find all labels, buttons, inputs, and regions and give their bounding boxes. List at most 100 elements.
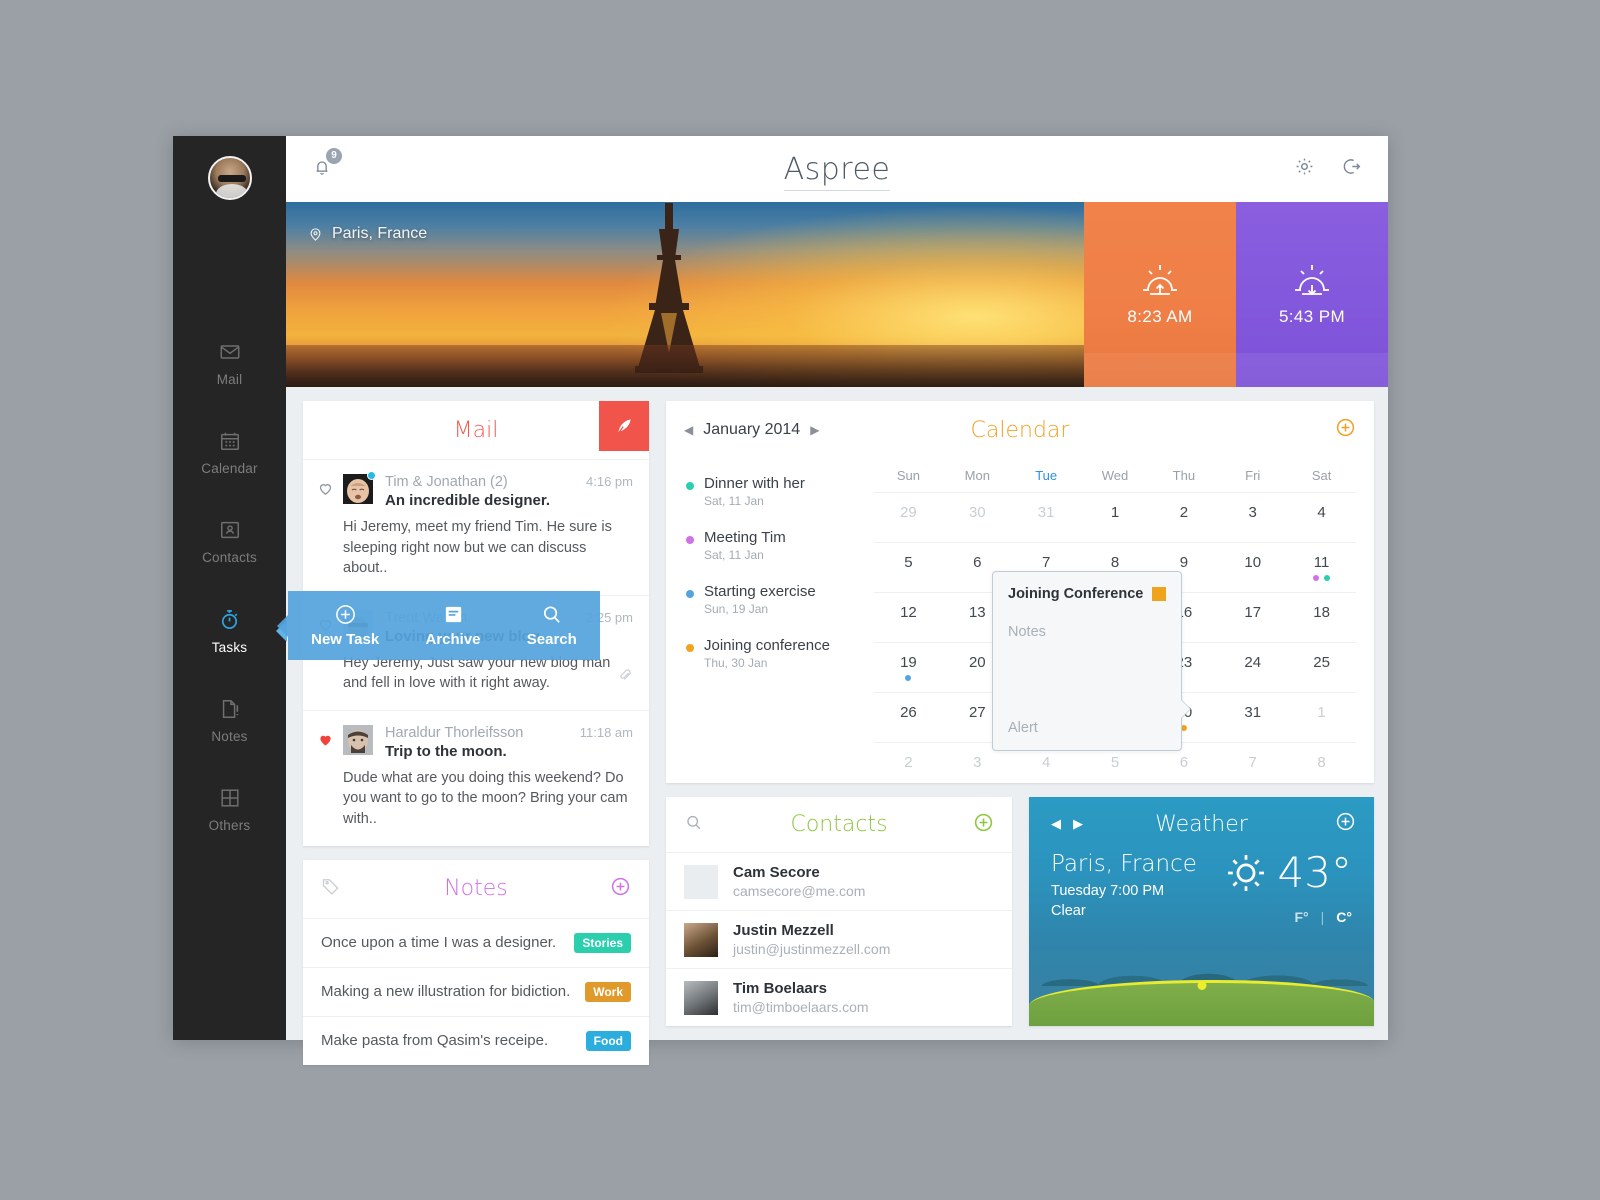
sidebar-item-mail[interactable]: Mail [173,330,286,397]
sunrise-skyline [1084,353,1236,387]
calendar-day-number: 7 [1248,754,1257,771]
calendar-day-cell[interactable]: 3 [1218,493,1287,542]
note-tag-badge[interactable]: Food [585,1030,631,1051]
calendar-day-cell[interactable]: 12 [874,593,943,642]
calendar-day-cell[interactable]: 29 [874,493,943,542]
calendar-day-number: 20 [968,654,986,671]
calendar-day-cell[interactable]: 2 [874,743,943,792]
calendar-day-cell[interactable]: 2 [1149,493,1218,542]
favorite-toggle[interactable] [317,725,343,830]
user-avatar[interactable] [207,156,252,200]
note-list-item[interactable]: Making a new illustration for bidiction.… [303,966,649,1016]
calendar-day-number: 30 [968,504,986,521]
calendar-day-number: 12 [900,604,917,621]
calendar-day-number: 29 [900,504,917,521]
calendar-grid: Sun Mon Tue Wed Thu Fri Sat 29 30 31 1 2 3 4 5 6… [874,459,1356,771]
contact-list-item[interactable]: Tim Boelaars tim@timboelaars.com [666,968,1012,1026]
avatar [684,922,718,957]
weather-prev-button[interactable]: ◀ [1051,816,1061,832]
calendar-day-number: 31 [1244,704,1262,721]
weather-next-button[interactable]: ▶ [1073,816,1083,832]
next-month-button[interactable]: ▶ [810,423,819,437]
calendar-day-cell[interactable]: 24 [1218,643,1287,692]
contact-list-item[interactable]: Justin Mezzell justin@justinmezzell.com [666,910,1012,968]
calendar-day-cell[interactable]: 5 [874,543,943,592]
notes-panel: Notes Once upon a time I was a designer.… [303,859,649,1065]
note-list-item[interactable]: Make pasta from Qasim's receipe. Food [303,1015,649,1065]
event-color-swatch[interactable] [1152,587,1166,601]
calendar-day-cell[interactable]: 10 [1218,543,1287,592]
event-notes-field[interactable]: Notes [1008,624,1166,640]
sidebar-item-others[interactable]: Others [173,776,286,843]
favorite-toggle[interactable] [317,474,343,579]
logout-button[interactable] [1341,156,1362,182]
calendar-day-number: 3 [1248,504,1257,521]
event-list-item[interactable]: Joining conference Thu, 30 Jan [684,637,874,670]
calendar-day-cell[interactable]: 11 [1287,543,1356,592]
settings-button[interactable] [1294,156,1315,182]
sender-photo [343,724,373,755]
archive-button[interactable]: Archive [425,603,481,648]
contact-email: tim@timboelaars.com [733,999,869,1015]
content-grid: Mail Tim & Jonathan (2) An incredible de… [286,387,1388,1065]
avatar [343,471,376,504]
compose-mail-button[interactable] [599,401,649,451]
prev-month-button[interactable]: ◀ [684,423,693,437]
note-tag-badge[interactable]: Work [585,981,631,1002]
mail-preview: Dude what are you doing this weekend? Do… [343,769,628,828]
sidebar-item-notes[interactable]: Notes [173,687,286,754]
calendar-week-row: 29 30 31 1 2 3 4 [874,492,1356,542]
calendar-day-cell[interactable]: 31 [1012,493,1081,542]
sidebar-item-tasks[interactable]: Tasks [173,597,286,665]
calendar-day-cell[interactable]: 8 [1287,743,1356,792]
search-button[interactable]: Search [527,603,577,648]
search-icon[interactable] [684,813,703,837]
add-location-button[interactable] [1335,811,1356,837]
note-list-item[interactable]: Once upon a time I was a designer. Stori… [303,917,649,967]
calendar-day-cell[interactable]: 1 [1287,693,1356,742]
weekday-label: Sat [1311,468,1332,483]
weather-left: Paris, France Tuesday 7:00 PM Clear [1051,851,1197,925]
note-page-icon [219,698,241,720]
calendar-icon [219,430,241,452]
notification-badge: 9 [326,147,342,164]
calendar-day-cell[interactable]: 26 [874,693,943,742]
event-alert-field[interactable]: Alert [1008,720,1166,736]
city-silhouette [286,345,1084,387]
archive-box-icon [445,606,461,623]
hero-location-label: Paris, France [332,225,428,242]
gear-icon [1296,158,1313,175]
mail-list-item[interactable]: Haraldur Thorleifsson Trip to the moon. … [303,709,649,846]
add-note-button[interactable] [610,876,631,902]
unit-celsius-button[interactable]: C° [1336,909,1352,925]
event-popup-header: Joining Conference [1008,586,1166,602]
event-color-dot [905,675,912,681]
event-color-dot [686,536,694,544]
calendar-day-cell[interactable]: 17 [1218,593,1287,642]
notifications-button[interactable]: 9 [312,147,342,182]
add-event-button[interactable] [1335,417,1356,443]
contact-list-item[interactable]: Cam Secore camsecore@me.com [666,852,1012,910]
add-contact-button[interactable] [973,812,994,838]
calendar-day-cell[interactable]: 31 [1218,693,1287,742]
calendar-day-number: 26 [900,704,917,721]
new-task-button[interactable]: New Task [311,603,379,648]
weather-right: 43° F° | C° [1224,851,1352,925]
calendar-day-cell[interactable]: 25 [1287,643,1356,692]
calendar-day-cell[interactable]: 7 [1218,743,1287,792]
calendar-day-cell[interactable]: 18 [1287,593,1356,642]
unit-fahrenheit-button[interactable]: F° [1294,909,1308,925]
event-list-item[interactable]: Meeting Tim Sat, 11 Jan [684,529,874,562]
note-tag-badge[interactable]: Stories [574,932,631,953]
mail-list-item[interactable]: Tim & Jonathan (2) An incredible designe… [303,459,649,595]
calendar-day-cell[interactable]: 4 [1287,493,1356,542]
sidebar-item-contacts[interactable]: Contacts [173,508,286,575]
calendar-day-cell[interactable]: 1 [1081,493,1150,542]
sidebar-item-calendar[interactable]: Calendar [173,419,286,486]
calendar-day-cell[interactable]: 30 [943,493,1012,542]
calendar-day-cell[interactable]: 19 [874,643,943,692]
event-list-item[interactable]: Dinner with her Sat, 11 Jan [684,475,874,508]
tag-icon[interactable] [321,876,341,901]
event-list-item[interactable]: Starting exercise Sun, 19 Jan [684,583,874,616]
current-month-label: January 2014 [703,421,801,438]
